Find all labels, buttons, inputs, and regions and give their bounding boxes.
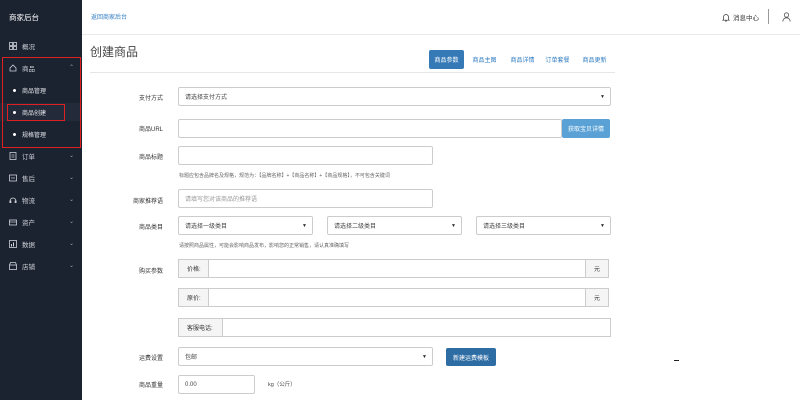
category-level2-select[interactable]: 请选择二级类目 ▼ <box>327 216 462 235</box>
caret-down-icon: ▼ <box>600 94 605 100</box>
weight-label: 商品重量 <box>138 383 163 389</box>
shipping-template-value: 包邮 <box>185 355 198 361</box>
chevron-down-icon: ⌄ <box>68 175 74 181</box>
chevron-down-icon: ⌄ <box>68 219 74 225</box>
sidebar-item-assets[interactable]: 资产 ⌄ <box>0 213 82 231</box>
pay-method-value: 请选择支付方式 <box>185 95 228 101</box>
weight-value: 0.00 <box>185 381 197 388</box>
tab-product-detail[interactable]: 商品详情 <box>505 50 540 69</box>
back-to-admin-link[interactable]: 返回商家后台 <box>91 12 127 21</box>
page-title: 创建商品 <box>90 45 139 59</box>
price-addon: 价格: <box>178 259 209 278</box>
fetch-details-button[interactable]: 获取宝贝详情 <box>562 119 610 138</box>
original-price-input[interactable] <box>208 288 586 307</box>
sidebar-item-label: 物流 <box>22 198 35 205</box>
sidebar-item-label: 概况 <box>22 44 35 51</box>
asset-icon <box>9 218 17 226</box>
sidebar-item-after-sales[interactable]: 售后 ⌄ <box>0 169 82 187</box>
category-level3-select[interactable]: 请选择三级类目 ▼ <box>476 216 611 235</box>
service-phone-input[interactable] <box>222 318 611 337</box>
sidebar: 商家后台 概况 商品 ⌃ 商品管理 商品创建 规格管理 订单 ⌄ 售后 ⌄ 物流… <box>0 0 82 400</box>
caret-down-icon: ▼ <box>600 223 605 229</box>
tab-main-image[interactable]: 商品主图 <box>467 50 502 69</box>
original-price-unit: 元 <box>585 288 609 307</box>
product-url-input[interactable] <box>178 119 562 138</box>
store-icon <box>9 262 17 270</box>
category-level3-value: 请选择三级类目 <box>483 224 526 230</box>
sidebar-item-overview[interactable]: 概况 <box>0 37 82 55</box>
dashboard-icon <box>9 42 17 50</box>
tab-product-params[interactable]: 商品参数 <box>429 50 464 69</box>
weight-unit: kg（公斤） <box>268 382 296 388</box>
caret-down-icon: ▼ <box>302 223 307 229</box>
sidebar-item-data[interactable]: 数据 ⌄ <box>0 235 82 253</box>
product-url-label: 商品URL <box>138 127 163 133</box>
pay-method-label: 支付方式 <box>138 96 163 102</box>
title-divider <box>90 72 615 73</box>
highlight-box-products <box>2 57 81 148</box>
category-hint: 请按照商品属性，可能会影响商品发布，影响您的正常销售，请认真准确填写 <box>179 243 350 249</box>
category-label: 商品类目 <box>138 225 163 231</box>
user-icon[interactable] <box>782 12 791 22</box>
tab-product-update[interactable]: 商品更新 <box>577 50 612 69</box>
chevron-down-icon: ⌄ <box>68 241 74 247</box>
shipping-template-select[interactable]: 包邮 ▼ <box>178 347 433 366</box>
sidebar-item-label: 数据 <box>22 242 35 249</box>
bell-icon <box>722 13 730 22</box>
sidebar-item-label: 店铺 <box>22 264 35 271</box>
sidebar-item-store[interactable]: 店铺 ⌄ <box>0 257 82 275</box>
top-bar: 返回商家后台 消息中心 <box>82 0 800 35</box>
original-price-addon: 原价: <box>178 288 209 307</box>
caret-down-icon: ▼ <box>422 354 427 360</box>
highlight-box-create <box>7 104 65 121</box>
message-center-button[interactable]: 消息中心 <box>722 12 759 22</box>
recommend-placeholder: 请填写您对该商品的推荐语 <box>185 197 258 203</box>
recommend-label: 商家推荐语 <box>132 199 163 205</box>
category-level1-value: 请选择一级类目 <box>185 224 228 230</box>
app-root: 商家后台 概况 商品 ⌃ 商品管理 商品创建 规格管理 订单 ⌄ 售后 ⌄ 物流… <box>0 0 800 400</box>
sidebar-item-label: 售后 <box>22 176 35 183</box>
chevron-down-icon: ⌄ <box>68 263 74 269</box>
order-icon <box>9 152 17 160</box>
weight-input[interactable]: 0.00 <box>178 375 255 394</box>
chevron-down-icon: ⌄ <box>68 153 74 159</box>
data-icon <box>9 240 17 248</box>
product-title-hint: 标题应包含品牌名及规格，规范为：【品牌名称】+【商品名称】+【商品规格】，不可包… <box>179 173 390 179</box>
service-phone-addon: 客服电话: <box>178 318 223 337</box>
tab-order-package[interactable]: 订单套餐 <box>540 50 575 69</box>
product-title-label: 商品标题 <box>138 155 163 161</box>
caret-down-icon: ▼ <box>451 223 456 229</box>
recommend-input[interactable]: 请填写您对该商品的推荐语 <box>178 189 433 208</box>
price-input[interactable] <box>208 259 586 278</box>
sidebar-item-label: 订单 <box>22 154 35 161</box>
brand-title: 商家后台 <box>9 13 39 22</box>
pay-method-select[interactable]: 请选择支付方式 ▼ <box>178 87 611 106</box>
new-shipping-template-button[interactable]: 新建运费模板 <box>446 348 496 366</box>
after-sales-icon <box>9 174 17 182</box>
shipping-label: 运费设置 <box>138 356 163 362</box>
headset-icon <box>9 196 17 204</box>
category-level2-value: 请选择二级类目 <box>334 224 377 230</box>
category-level1-select[interactable]: 请选择一级类目 ▼ <box>178 216 313 235</box>
sidebar-item-logistics[interactable]: 物流 ⌄ <box>0 191 82 209</box>
price-unit: 元 <box>585 259 609 278</box>
message-center-label: 消息中心 <box>733 15 759 22</box>
chevron-down-icon: ⌄ <box>68 197 74 203</box>
purchase-params-label: 购买参数 <box>138 269 163 275</box>
sidebar-item-orders[interactable]: 订单 ⌄ <box>0 147 82 165</box>
product-title-input[interactable] <box>178 146 433 165</box>
sidebar-item-label: 资产 <box>22 220 35 227</box>
divider <box>768 9 769 24</box>
stray-mark <box>674 360 679 361</box>
